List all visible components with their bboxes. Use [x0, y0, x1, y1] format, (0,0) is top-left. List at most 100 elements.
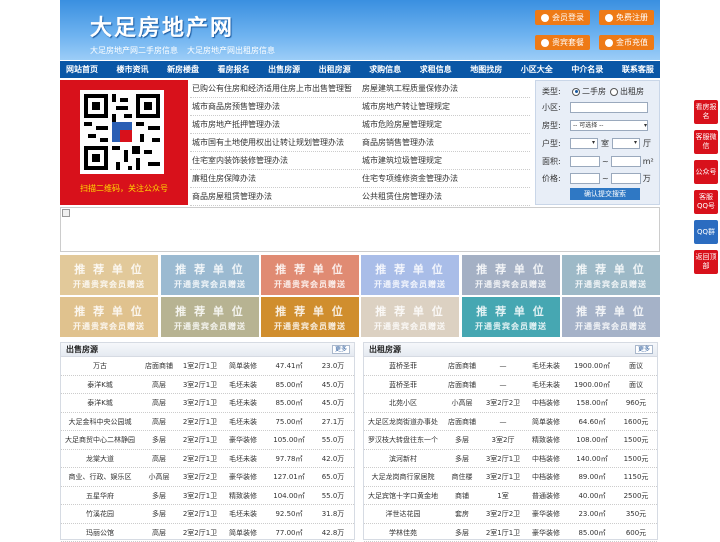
recharge-button[interactable]: 金币充值 — [599, 35, 654, 50]
cell-community[interactable]: 蓝桥圣菲 — [364, 376, 442, 394]
nav-new-homes[interactable]: 新房楼盘 — [167, 61, 199, 78]
side-back-to-top[interactable]: 返回顶部 — [694, 250, 718, 274]
recommend-tile[interactable]: 推 荐 单 位开通贵宾会员赠送 — [161, 255, 259, 295]
cell-community[interactable]: 学林佳苑 — [364, 524, 442, 542]
table-row[interactable]: 大足商贸中心二林静园多层2室2厅1卫豪华装修105.00㎡55.0万 — [61, 431, 354, 450]
table-row[interactable]: 泰洋K城高层3室2厅1卫毛坯未装85.00㎡45.0万 — [61, 394, 354, 413]
policy-link[interactable]: 城市商品房预售管理办法 — [190, 98, 360, 115]
site-logo[interactable]: 大足房地产网 — [90, 10, 234, 42]
table-row[interactable]: 竹溪花园多层2室2厅1卫毛坯未装92.50㎡31.8万 — [61, 505, 354, 524]
policy-link[interactable]: 城市建筑垃圾管理规定 — [360, 152, 530, 169]
table-row[interactable]: 蓝桥圣菲店面商铺—毛坯未装1900.00㎡面议 — [364, 357, 657, 376]
policy-link[interactable]: 房屋建筑工程质量保修办法 — [360, 80, 530, 97]
policy-link[interactable]: 住宅专项维修资金管理办法 — [360, 170, 530, 187]
recommend-tile[interactable]: 推 荐 单 位开通贵宾会员赠送 — [60, 297, 158, 337]
cell-community[interactable]: 罗汉枝大转盘往东一个 — [364, 431, 442, 449]
policy-link[interactable]: 商品房销售管理办法 — [360, 134, 530, 151]
search-submit-button[interactable]: 确认提交搜索 — [570, 188, 640, 200]
nav-rent[interactable]: 出租房源 — [319, 61, 351, 78]
cell-community[interactable]: 龙棠大道 — [61, 450, 139, 468]
policy-link[interactable]: 城市房地产转让管理规定 — [360, 98, 530, 115]
recommend-tile[interactable]: 推 荐 单 位开通贵宾会员赠送 — [261, 255, 359, 295]
price-max-input[interactable] — [611, 173, 641, 184]
rent-more-button[interactable]: 更多 — [635, 345, 653, 354]
table-row[interactable]: 龙棠大道高层2室2厅1卫毛坯未装97.78㎡42.0万 — [61, 450, 354, 469]
policy-link[interactable]: 公共租赁住房管理办法 — [360, 188, 530, 205]
policy-link[interactable]: 住宅室内装饰装修管理办法 — [190, 152, 360, 169]
table-row[interactable]: 大足宾馆十字口黄金地商铺1室普通装修40.00㎡2500元 — [364, 487, 657, 506]
table-row[interactable]: 大足龙岗商行家居院商住楼3室2厅1卫中档装修89.00㎡1150元 — [364, 468, 657, 487]
nav-news[interactable]: 楼市资讯 — [117, 61, 149, 78]
cell-community[interactable]: 泰洋K城 — [61, 376, 139, 394]
table-row[interactable]: 北苑小区小高层3室2厅2卫中档装修158.00㎡960元 — [364, 394, 657, 413]
radio-rent[interactable] — [610, 88, 618, 96]
register-button[interactable]: 免费注册 — [599, 10, 654, 25]
nav-support[interactable]: 联系客服 — [622, 61, 654, 78]
table-row[interactable]: 蓝桥圣菲店面商铺—毛坯未装1900.00㎡面议 — [364, 376, 657, 395]
side-qq-group[interactable]: QQ群 — [694, 220, 718, 244]
policy-link[interactable]: 城市房地产抵押管理办法 — [190, 116, 360, 133]
header-sub-link-sale[interactable]: 大足房地产网二手房信息 — [90, 45, 178, 56]
nav-wanted-buy[interactable]: 求购信息 — [369, 61, 401, 78]
recommend-tile[interactable]: 推 荐 单 位开通贵宾会员赠送 — [462, 255, 560, 295]
nav-wanted-rent[interactable]: 求租信息 — [420, 61, 452, 78]
recommend-tile[interactable]: 推 荐 单 位开通贵宾会员赠送 — [462, 297, 560, 337]
cell-community[interactable]: 大足龙岗商行家居院 — [364, 468, 442, 486]
nav-viewing-signup[interactable]: 看房报名 — [218, 61, 250, 78]
nav-map[interactable]: 地图找房 — [470, 61, 502, 78]
table-row[interactable]: 学林佳苑多层2室1厅1卫豪华装修85.00㎡600元 — [364, 524, 657, 542]
cell-community[interactable]: 蓝桥圣菲 — [364, 357, 442, 375]
table-row[interactable]: 万古店面商铺1室2厅1卫简单装修47.41㎡23.0万 — [61, 357, 354, 376]
cell-community[interactable]: 泰洋K城 — [61, 394, 139, 412]
sale-more-button[interactable]: 更多 — [332, 345, 350, 354]
housetype-select[interactable]: -- 可选择 --▾ — [570, 120, 648, 131]
policy-link[interactable]: 廉租住房保障办法 — [190, 170, 360, 187]
policy-link[interactable]: 商品房屋租赁管理办法 — [190, 188, 360, 205]
community-input[interactable] — [570, 102, 648, 113]
table-row[interactable]: 五星华府多层3室2厅1卫精致装修104.00㎡55.0万 — [61, 487, 354, 506]
cell-community[interactable]: 商业、行政、娱乐区 — [61, 468, 139, 486]
recommend-tile[interactable]: 推 荐 单 位开通贵宾会员赠送 — [161, 297, 259, 337]
side-wechat-service[interactable]: 客服微信 — [694, 130, 718, 154]
table-row[interactable]: 洋世达花园套房3室2厅2卫豪华装修23.00㎡350元 — [364, 505, 657, 524]
side-official-account[interactable]: 公众号 — [694, 160, 718, 184]
recommend-tile[interactable]: 推 荐 单 位开通贵宾会员赠送 — [361, 255, 459, 295]
ad-banner[interactable] — [60, 207, 660, 252]
cell-community[interactable]: 五星华府 — [61, 487, 139, 505]
cell-community[interactable]: 洋世达花园 — [364, 505, 442, 523]
header-sub-link-rent[interactable]: 大足房地产网出租房信息 — [187, 45, 275, 56]
cell-community[interactable]: 大足区龙岗街道办事处 — [364, 413, 442, 431]
policy-link[interactable]: 城市危险房屋管理规定 — [360, 116, 530, 133]
recommend-tile[interactable]: 推 荐 单 位开通贵宾会员赠送 — [361, 297, 459, 337]
cell-community[interactable]: 竹溪花园 — [61, 505, 139, 523]
recommend-tile[interactable]: 推 荐 单 位开通贵宾会员赠送 — [261, 297, 359, 337]
area-min-input[interactable] — [570, 156, 600, 167]
table-row[interactable]: 玛丽公馆高层2室2厅1卫简单装修77.00㎡42.8万 — [61, 524, 354, 542]
cell-community[interactable]: 万古 — [61, 357, 139, 375]
side-viewing-signup[interactable]: 看房报名 — [694, 100, 718, 124]
login-button[interactable]: 会员登录 — [535, 10, 590, 25]
nav-agents[interactable]: 中介名录 — [571, 61, 603, 78]
hall-select[interactable]: ▾ — [612, 138, 640, 149]
price-min-input[interactable] — [570, 173, 600, 184]
nav-sale[interactable]: 出售房源 — [268, 61, 300, 78]
recommend-tile[interactable]: 推 荐 单 位开通贵宾会员赠送 — [562, 297, 660, 337]
cell-community[interactable]: 滨河新村 — [364, 450, 442, 468]
policy-link[interactable]: 已购公有住房和经济适用住房上市出售管理暂 — [190, 80, 360, 97]
cell-community[interactable]: 玛丽公馆 — [61, 524, 139, 542]
side-qq-service[interactable]: 客服QQ号 — [694, 190, 718, 214]
table-row[interactable]: 大足区龙岗街道办事处店面商铺—简单装修64.60㎡1600元 — [364, 413, 657, 432]
radio-sale[interactable] — [572, 88, 580, 96]
recommend-tile[interactable]: 推 荐 单 位开通贵宾会员赠送 — [60, 255, 158, 295]
table-row[interactable]: 商业、行政、娱乐区小高层3室2厅2卫豪华装修127.01㎡65.0万 — [61, 468, 354, 487]
room-select[interactable]: ▾ — [570, 138, 598, 149]
table-row[interactable]: 罗汉枝大转盘往东一个多层3室2厅精致装修108.00㎡1500元 — [364, 431, 657, 450]
cell-community[interactable]: 大足商贸中心二林静园 — [61, 431, 139, 449]
table-row[interactable]: 大足金科中央公园城高层2室2厅1卫毛坯未装75.00㎡27.1万 — [61, 413, 354, 432]
area-max-input[interactable] — [611, 156, 641, 167]
cell-community[interactable]: 大足金科中央公园城 — [61, 413, 139, 431]
cell-community[interactable]: 大足宾馆十字口黄金地 — [364, 487, 442, 505]
table-row[interactable]: 泰洋K城高层3室2厅1卫毛坯未装85.00㎡45.0万 — [61, 376, 354, 395]
vip-package-button[interactable]: 贵宾套餐 — [535, 35, 590, 50]
policy-link[interactable]: 城市国有土地使用权出让转让规划管理办法 — [190, 134, 360, 151]
